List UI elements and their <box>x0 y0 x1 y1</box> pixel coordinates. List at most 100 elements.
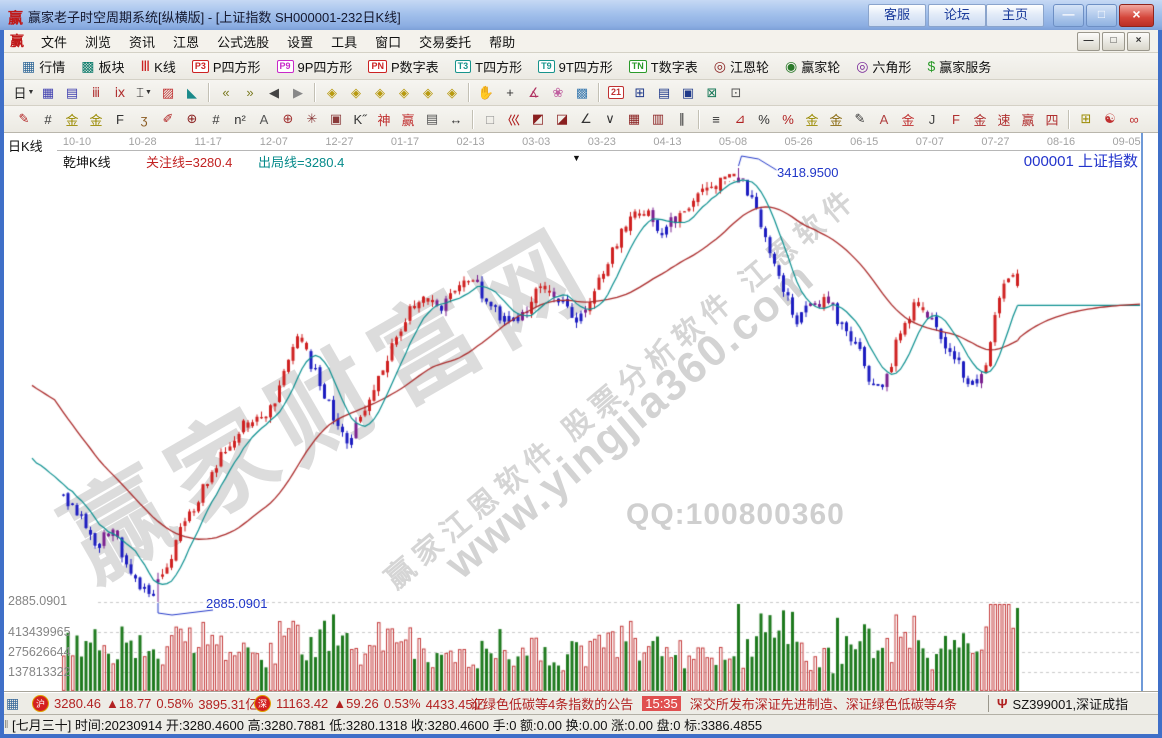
close-button[interactable]: × <box>1119 4 1154 27</box>
tool-boxed-star[interactable]: ▣ <box>324 109 348 130</box>
tool-grid-box-2[interactable]: ▥ <box>646 109 670 130</box>
menu-item-3[interactable]: 资讯 <box>120 30 164 53</box>
tool-pen-2[interactable]: ✎ <box>848 109 872 130</box>
tool-infinity[interactable]: ∞ <box>1122 109 1146 130</box>
menu-item-5[interactable]: 公式选股 <box>208 30 278 53</box>
tool-ray-fan[interactable]: 巛 <box>502 109 526 130</box>
toolbar-winner-service[interactable]: $赢家服务 <box>919 53 999 79</box>
tool-win-grid[interactable]: 赢 <box>396 109 420 130</box>
tool-f-angle[interactable]: F <box>944 109 968 130</box>
toolbar-kline[interactable]: ⅢK线 <box>133 53 184 79</box>
tool-nav-next[interactable]: ▶ <box>286 82 310 103</box>
tool-zoom-diamond-5[interactable]: ◈ <box>416 82 440 103</box>
tool-gann-circle[interactable]: ⊕ <box>276 109 300 130</box>
tool-print[interactable]: ⊡ <box>724 82 748 103</box>
customer-service-button[interactable]: 客服 <box>868 4 926 27</box>
minimize-button[interactable]: — <box>1053 4 1084 27</box>
toolbar-p-square[interactable]: P3P四方形 <box>184 53 269 79</box>
tool-zoom-diamond-3[interactable]: ◈ <box>368 82 392 103</box>
tool-qiankun-box[interactable]: ▨ <box>156 82 180 103</box>
tool-mark-tool[interactable]: ❀ <box>546 82 570 103</box>
tool-pattern-window[interactable]: ▦ <box>36 82 60 103</box>
tool-gann-box-1[interactable]: ◩ <box>526 109 550 130</box>
tool-percent-triangle[interactable]: ⊿ <box>728 109 752 130</box>
kline-chart-canvas[interactable] <box>0 133 1162 692</box>
mdi-restore-button[interactable]: □ <box>1102 32 1125 51</box>
tool-bars-9[interactable]: ⅸ <box>108 82 132 103</box>
tool-gold-red[interactable]: 金 <box>896 109 920 130</box>
tool-wave-tool[interactable]: ▩ <box>570 82 594 103</box>
maximize-button[interactable]: □ <box>1086 4 1117 27</box>
menu-item-9[interactable]: 交易委托 <box>410 30 480 53</box>
tool-parallel-lines[interactable]: ∥ <box>670 109 694 130</box>
menu-item-2[interactable]: 浏览 <box>76 30 120 53</box>
tool-send-chart[interactable]: ⊠ <box>700 82 724 103</box>
tool-draw-brush[interactable]: ✎ <box>12 109 36 130</box>
tool-yinyang[interactable]: ☯ <box>1098 109 1122 130</box>
tool-calculator[interactable]: ⊞ <box>628 82 652 103</box>
toolbar-9t-square[interactable]: T99T四方形 <box>530 53 621 79</box>
tool-magic-grid[interactable]: 神 <box>372 109 396 130</box>
menu-item-4[interactable]: 江恩 <box>164 30 208 53</box>
tool-angle-lines[interactable]: ∠ <box>574 109 598 130</box>
tool-j-angle[interactable]: J <box>920 109 944 130</box>
tool-percent-line[interactable]: % <box>776 109 800 130</box>
tool-circle-cycle[interactable]: ⊕ <box>180 109 204 130</box>
tool-candle-style[interactable]: ⌶▼ <box>132 82 156 103</box>
tool-percent[interactable]: % <box>752 109 776 130</box>
tool-zoom-diamond-1[interactable]: ◈ <box>320 82 344 103</box>
tool-box-tool[interactable]: □ <box>478 109 502 130</box>
tool-drag-hand[interactable]: ✋ <box>474 82 498 103</box>
tool-gann-box-2[interactable]: ◪ <box>550 109 574 130</box>
mdi-minimize-button[interactable]: — <box>1077 32 1100 51</box>
tool-gold-grid-2[interactable]: 金 <box>84 109 108 130</box>
mdi-close-button[interactable]: × <box>1127 32 1150 51</box>
menu-item-7[interactable]: 工具 <box>322 30 366 53</box>
tool-period-selector[interactable]: 日▼ <box>12 82 36 103</box>
tool-gold-grid-1[interactable]: 金 <box>60 109 84 130</box>
tool-calendar[interactable]: 21 <box>604 82 628 103</box>
toolbar-t-number-table[interactable]: TNT数字表 <box>621 53 706 79</box>
tool-draw-pen[interactable]: ✐ <box>156 109 180 130</box>
tool-notepad[interactable]: ▤ <box>652 82 676 103</box>
menu-item-8[interactable]: 窗口 <box>366 30 410 53</box>
tool-price-grid[interactable]: # <box>36 109 60 130</box>
tool-zoom-diamond-4[interactable]: ◈ <box>392 82 416 103</box>
tool-grid-box-1[interactable]: ▦ <box>622 109 646 130</box>
toolbar-gann-wheel[interactable]: ◎江恩轮 <box>706 53 777 79</box>
tool-k-mark[interactable]: K˝ <box>348 109 372 130</box>
menu-item-10[interactable]: 帮助 <box>480 30 524 53</box>
tool-info-report[interactable]: ▤ <box>60 82 84 103</box>
tool-win-angle[interactable]: 赢 <box>1016 109 1040 130</box>
tool-percent-lines[interactable]: ≡ <box>704 109 728 130</box>
tool-square-of-nine[interactable]: n² <box>228 109 252 130</box>
tool-gold-circle[interactable]: 金 <box>800 109 824 130</box>
menu-item-1[interactable]: 文件 <box>32 30 76 53</box>
tool-zoom-diamond-6[interactable]: ◈ <box>440 82 464 103</box>
menu-item-6[interactable]: 设置 <box>278 30 322 53</box>
tool-fibo-grid[interactable]: F <box>108 109 132 130</box>
quotes-status-icon[interactable]: ▦ <box>6 695 19 712</box>
tool-angle-measure[interactable]: ∡ <box>522 82 546 103</box>
toolbar-quotes[interactable]: ▦行情 <box>14 53 73 79</box>
toolbar-t-square[interactable]: T3T四方形 <box>447 53 530 79</box>
homepage-button[interactable]: 主页 <box>986 4 1044 27</box>
toolbar-sectors[interactable]: ▩板块 <box>73 53 132 79</box>
tool-save[interactable]: ▣ <box>676 82 700 103</box>
tool-v-lines[interactable]: ∨ <box>598 109 622 130</box>
tool-star-rays[interactable]: ✳ <box>300 109 324 130</box>
tool-zoom-diamond-2[interactable]: ◈ <box>344 82 368 103</box>
tool-color-flag[interactable]: ◣ <box>180 82 204 103</box>
toolbar-p-number-table[interactable]: PNP数字表 <box>360 53 446 79</box>
tool-a-channel[interactable]: A <box>872 109 896 130</box>
tool-ruler-123[interactable]: ▤ <box>420 109 444 130</box>
tool-gold-angle[interactable]: 金 <box>968 109 992 130</box>
tool-wave-a[interactable]: A <box>252 109 276 130</box>
toolbar-hexagon[interactable]: ◎六角形 <box>848 53 919 79</box>
tool-four-angle[interactable]: 四 <box>1040 109 1064 130</box>
toolbar-9p-square[interactable]: P99P四方形 <box>269 53 361 79</box>
toolbar-winner-wheel[interactable]: ◉赢家轮 <box>777 53 848 79</box>
current-symbol-status[interactable]: Ψ SZ399001,深证成指 <box>988 695 1162 712</box>
forum-button[interactable]: 论坛 <box>928 4 986 27</box>
tool-nav-last[interactable]: » <box>238 82 262 103</box>
